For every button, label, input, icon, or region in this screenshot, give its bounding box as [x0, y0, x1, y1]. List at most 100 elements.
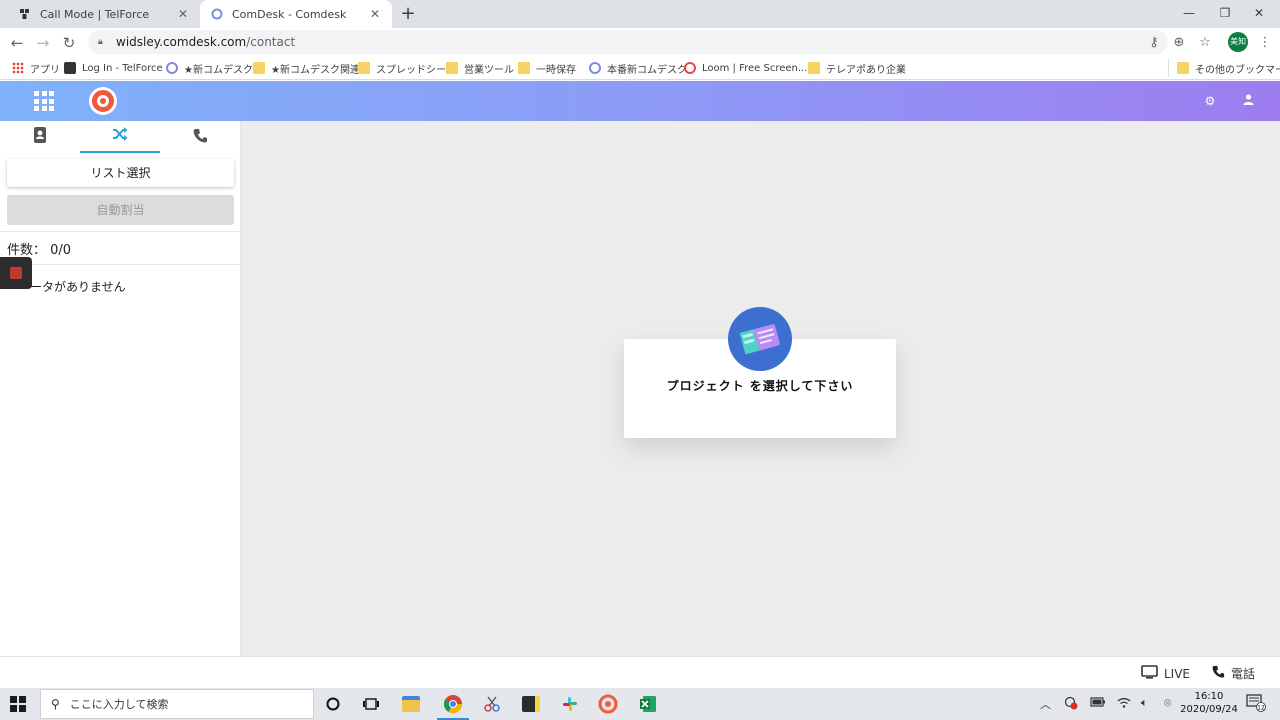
tab-title: ComDesk - Comdesk [232, 7, 347, 21]
task-view-icon[interactable] [359, 692, 383, 716]
record-stop-button[interactable] [0, 257, 32, 289]
bookmark-label: その他のブックマーク [1195, 64, 1280, 76]
comdesk-logo[interactable] [89, 87, 117, 115]
folder-icon [358, 62, 370, 74]
bookmark-folder-teleapo[interactable]: テレアポあり企業 [808, 59, 906, 77]
taskbar-search[interactable]: ⚲ ここに入力して検索 [40, 689, 314, 719]
bookmark-apps[interactable]: アプリ [12, 59, 60, 77]
close-tab-icon[interactable]: ✕ [176, 7, 190, 21]
tab-auto-assign[interactable] [80, 121, 160, 153]
bookmark-label: アプリ [30, 64, 60, 76]
new-tab-button[interactable]: + [398, 4, 418, 24]
address-bar[interactable]: 🔒︎ widsley.comdesk.com/contact [88, 30, 1168, 54]
snipping-tool-icon[interactable] [480, 692, 504, 716]
select-project-message: プロジェクト を選択して下さい [666, 379, 854, 393]
folder-icon [446, 62, 458, 74]
key-icon[interactable]: ⚷ [1145, 34, 1163, 52]
star-icon[interactable]: ☆ [1196, 34, 1214, 52]
bookmark-other[interactable]: その他のブックマーク [1168, 59, 1280, 77]
cortana-icon[interactable] [321, 692, 345, 716]
comdesk-favicon [210, 7, 224, 21]
tab-telforce[interactable]: Call Mode | TelForce ✕ [8, 0, 200, 28]
file-explorer-icon[interactable] [399, 692, 423, 716]
tab-title: Call Mode | TelForce [40, 7, 150, 21]
profile-avatar[interactable]: 美知 [1228, 32, 1248, 52]
bookmark-prod-comdesk[interactable]: 本番新コムデスク [589, 59, 687, 77]
comdesk-app-icon[interactable] [596, 692, 620, 716]
url-path: /contact [246, 35, 296, 49]
slack-icon[interactable] [558, 692, 582, 716]
phone-icon [193, 128, 208, 147]
bookmarks-bar: アプリ Log In - TelForce ★新コムデスク ★新コムデスク関連 … [0, 56, 1280, 80]
clock-date: 2020/09/24 [1180, 704, 1238, 715]
bookmark-label: 一時保存 [536, 64, 576, 76]
bookmark-label: Log In - TelForce [82, 62, 163, 74]
forward-arrow-icon[interactable]: → [32, 32, 54, 54]
volume-icon[interactable]: 🔈︎ [1141, 696, 1148, 710]
bookmark-folder-temp[interactable]: 一時保存 [518, 59, 576, 77]
apps-grid-icon [12, 62, 24, 74]
reload-icon[interactable]: ↻ [58, 32, 80, 54]
settings-gear-icon[interactable]: ⚙ [1202, 93, 1218, 109]
apps-menu-icon[interactable] [34, 91, 54, 111]
comdesk-favicon [166, 62, 178, 74]
live-button[interactable]: LIVE [1141, 665, 1190, 683]
ime-off-icon[interactable]: ⊗ [1163, 696, 1172, 709]
folder-icon [518, 62, 530, 74]
monitor-icon [1141, 665, 1158, 683]
phone-button[interactable]: 電話 [1212, 665, 1255, 682]
clock-time: 16:10 [1194, 691, 1224, 702]
url-host: widsley.comdesk.com [116, 35, 247, 49]
excel-icon[interactable] [636, 692, 660, 716]
browser-toolbar: ← → ↻ 🔒︎ widsley.comdesk.com/contact ⚷ ⊕… [0, 28, 1280, 56]
telforce-favicon [18, 7, 32, 21]
loom-favicon [684, 62, 696, 74]
folder-icon [808, 62, 820, 74]
bookmark-label: 営業ツール [464, 64, 514, 76]
shuffle-icon [112, 127, 128, 145]
taskbar-clock[interactable]: 16:10 2020/09/24 [1180, 690, 1238, 716]
chrome-icon[interactable] [437, 692, 469, 720]
tab-contacts[interactable] [0, 121, 80, 153]
phone-label: 電話 [1231, 667, 1256, 681]
bookmark-label: ★新コムデスク [184, 64, 253, 76]
bookmark-label: テレアポあり企業 [826, 64, 906, 76]
wifi-icon[interactable] [1117, 696, 1131, 711]
tab-phone[interactable] [160, 121, 240, 153]
tray-network-alert-icon[interactable] [1064, 696, 1078, 713]
close-window-button[interactable]: ✕ [1236, 0, 1280, 28]
bookmark-folder-spreadsheet[interactable]: スプレッドシート [358, 59, 456, 77]
record-count: 件数： 0/0 [7, 239, 71, 258]
bookmark-folder-sales-tools[interactable]: 営業ツール [446, 59, 514, 77]
bookmark-folder-comdesk-related[interactable]: ★新コムデスク関連 [253, 59, 360, 77]
tab-comdesk[interactable]: ComDesk - Comdesk ✕ [200, 0, 392, 28]
bookmark-loom[interactable]: Loom | Free Screen... [684, 59, 807, 77]
search-placeholder: ここに入力して検索 [69, 698, 169, 711]
bookmark-label: 本番新コムデスク [607, 64, 687, 76]
count-value: 0/0 [50, 243, 72, 258]
bookmark-label: ★新コムデスク関連 [271, 64, 360, 76]
browser-tab-strip: Call Mode | TelForce ✕ ComDesk - Comdesk… [0, 0, 1280, 28]
count-label: 件数： [7, 243, 47, 258]
sticky-notes-icon[interactable] [519, 692, 543, 716]
menu-dots-icon[interactable]: ⋮ [1256, 34, 1274, 52]
notification-center-icon[interactable]: 12 [1246, 694, 1266, 715]
divider [0, 231, 240, 232]
folder-icon [253, 62, 265, 74]
search-icon: ⚲ [51, 697, 60, 711]
lock-icon: 🔒︎ [98, 37, 103, 47]
list-select-button[interactable]: リスト選択 [7, 159, 234, 187]
back-arrow-icon[interactable]: ← [6, 32, 28, 54]
app-header: ⚙ [0, 81, 1280, 121]
bookmark-new-comdesk[interactable]: ★新コムデスク [166, 59, 253, 77]
app-footer: LIVE 電話 [0, 656, 1280, 688]
notification-count: 12 [1257, 705, 1265, 712]
auto-assign-button[interactable]: 自動割当 [7, 195, 234, 225]
close-tab-icon[interactable]: ✕ [368, 7, 382, 21]
add-circle-icon[interactable]: ⊕ [1170, 34, 1188, 52]
bookmark-telforce[interactable]: Log In - TelForce [64, 59, 163, 77]
contact-book-icon [33, 127, 47, 147]
windows-start-icon[interactable] [10, 696, 26, 712]
user-icon[interactable] [1240, 93, 1256, 109]
tray-chevron-icon[interactable]: ︿ [1040, 696, 1051, 712]
